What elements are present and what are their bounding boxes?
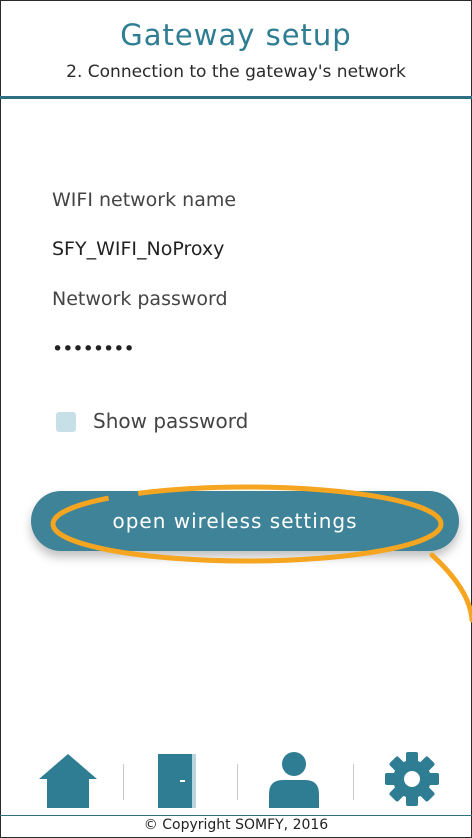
tab-settings[interactable] (372, 744, 452, 814)
tab-devices[interactable] (137, 744, 217, 814)
copyright-footer: © Copyright SOMFY, 2016 (143, 817, 329, 833)
gear-icon (385, 752, 439, 806)
page-subtitle: 2. Connection to the gateway's network (66, 62, 406, 82)
header-divider (0, 96, 472, 99)
show-password-label[interactable]: Show password (93, 409, 248, 433)
door-icon (158, 754, 196, 808)
tab-separator (123, 764, 124, 800)
show-password-checkbox[interactable] (56, 412, 76, 432)
wifi-name-label: WIFI network name (52, 189, 237, 211)
password-label: Network password (52, 288, 228, 310)
password-field[interactable]: •••••••• (52, 338, 135, 360)
tab-separator (353, 764, 354, 800)
tab-account[interactable] (254, 744, 334, 814)
home-icon (39, 754, 97, 808)
tab-separator (237, 764, 238, 800)
bottom-tab-bar (0, 744, 472, 814)
tab-home[interactable] (28, 744, 108, 814)
footer-divider (0, 815, 472, 816)
open-wireless-settings-button[interactable]: open wireless settings (31, 491, 459, 551)
page-title: Gateway setup (120, 18, 352, 52)
button-label: open wireless settings (112, 509, 358, 533)
wifi-name-field[interactable]: SFY_WIFI_NoProxy (52, 238, 224, 260)
user-icon (269, 752, 319, 808)
header: Gateway setup 2. Connection to the gatew… (0, 0, 472, 96)
